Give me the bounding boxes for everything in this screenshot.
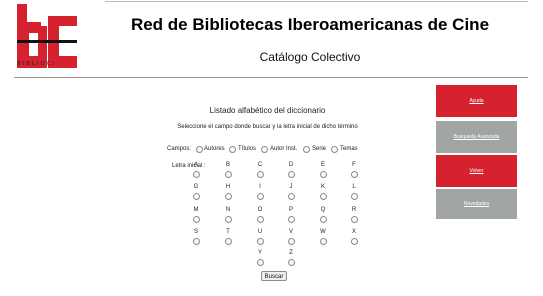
letter-g-label: G [193, 184, 199, 190]
letter-o-label: O [257, 207, 263, 213]
letter-w-label: W [320, 229, 326, 235]
letter-n-label: N [225, 207, 231, 213]
campo-autores-label: Autores [204, 146, 225, 152]
campo-autores-radio[interactable] [196, 146, 203, 153]
header-divider [14, 77, 528, 78]
letter-a-label: A [193, 162, 198, 168]
letter-a-radio[interactable] [193, 171, 200, 178]
letter-q-label: Q [320, 207, 326, 213]
campo-temas-radio[interactable] [331, 146, 338, 153]
letter-q-radio[interactable] [320, 216, 327, 223]
letter-c-radio[interactable] [257, 171, 264, 178]
letter-j-radio[interactable] [288, 193, 295, 200]
logo-caption: BIBLIOCI [17, 61, 57, 67]
letter-u-label: U [257, 229, 263, 235]
letter-y-radio[interactable] [257, 259, 264, 266]
letter-e-label: E [320, 162, 325, 168]
letter-t-radio[interactable] [225, 238, 232, 245]
letter-t-label: T [226, 229, 230, 235]
letter-e-radio[interactable] [320, 171, 327, 178]
campo-serie-radio[interactable] [303, 146, 310, 153]
letter-n-radio[interactable] [225, 216, 232, 223]
campo-temas-label: Temas [340, 146, 358, 152]
letter-i-label: I [259, 184, 261, 190]
letter-c-label: C [257, 162, 263, 168]
letter-s-label: S [193, 229, 198, 235]
letter-s-radio[interactable] [193, 238, 200, 245]
letter-f-label: F [352, 162, 356, 168]
letter-y-label: Y [257, 250, 262, 256]
letter-m-radio[interactable] [193, 216, 200, 223]
campo-serie-label: Serie [312, 146, 327, 152]
letter-b-label: B [225, 162, 230, 168]
letter-f-radio[interactable] [351, 171, 358, 178]
sidebar-item-busqueda-avanzada[interactable]: Busqueda Avanzada [436, 121, 517, 153]
letter-z-label: Z [289, 250, 293, 256]
sidebar-item-ayuda[interactable]: Ayuda [436, 85, 517, 117]
letter-z-radio[interactable] [288, 259, 295, 266]
letter-i-radio[interactable] [257, 193, 264, 200]
letter-x-label: X [351, 229, 356, 235]
letter-g-radio[interactable] [193, 193, 200, 200]
letter-k-label: K [320, 184, 325, 190]
letter-h-label: H [225, 184, 231, 190]
page-title: Red de Bibliotecas Iberoamericanas de Ci… [130, 15, 490, 34]
letter-w-radio[interactable] [320, 238, 327, 245]
sidebar-item-volver[interactable]: Volver [436, 155, 517, 187]
letter-p-label: P [288, 207, 293, 213]
page-subtitle: Catálogo Colectivo [259, 50, 361, 64]
campo-autor-inst-label: Autor Inst. [270, 146, 298, 152]
letter-h-radio[interactable] [225, 193, 232, 200]
letter-v-label: V [288, 229, 293, 235]
dictionary-heading: Listado alfabético del diccionario [209, 106, 326, 115]
letter-r-label: R [351, 207, 357, 213]
campo-titulos-label: Títulos [238, 146, 257, 152]
instructions-text: Seleccione el campo donde buscar y la le… [177, 124, 358, 130]
letter-d-label: D [288, 162, 294, 168]
letter-r-radio[interactable] [351, 216, 358, 223]
letter-v-radio[interactable] [288, 238, 295, 245]
letter-k-radio[interactable] [320, 193, 327, 200]
letter-l-label: L [352, 184, 356, 190]
sidebar-item-novedades[interactable]: Novedades [436, 189, 517, 219]
letter-d-radio[interactable] [288, 171, 295, 178]
letter-j-label: J [289, 184, 293, 190]
search-button[interactable]: Buscar [261, 271, 287, 281]
letter-x-radio[interactable] [351, 238, 358, 245]
letter-p-radio[interactable] [288, 216, 295, 223]
letter-o-radio[interactable] [257, 216, 264, 223]
campos-label: Campos: [167, 146, 192, 152]
letter-u-radio[interactable] [257, 238, 264, 245]
letter-l-radio[interactable] [351, 193, 358, 200]
logo [17, 4, 77, 68]
top-divider [105, 1, 528, 2]
letter-m-label: M [193, 207, 199, 213]
letter-b-radio[interactable] [225, 171, 232, 178]
campo-autor-inst-radio[interactable] [261, 146, 268, 153]
campo-titulos-radio[interactable] [229, 146, 236, 153]
